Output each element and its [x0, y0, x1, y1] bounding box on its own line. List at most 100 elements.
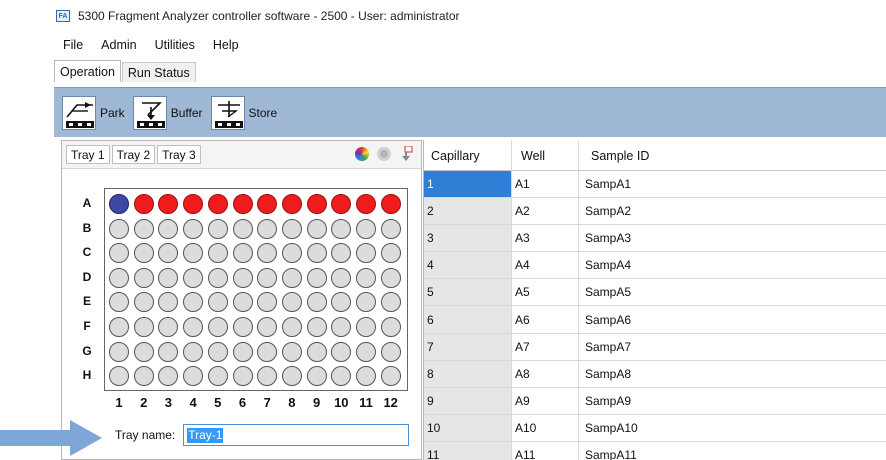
sample-id-cell[interactable]: SampA5 — [579, 279, 886, 305]
well-G12[interactable] — [380, 341, 401, 362]
well-G9[interactable] — [306, 341, 327, 362]
table-row[interactable]: 5 A5 SampA5 — [424, 279, 886, 307]
sample-id-cell[interactable]: SampA4 — [579, 252, 886, 278]
well-B4[interactable] — [183, 218, 204, 239]
well-B3[interactable] — [158, 218, 179, 239]
well-D5[interactable] — [207, 267, 228, 288]
capillary-cell[interactable]: 5 — [424, 279, 512, 306]
well-H5[interactable] — [207, 366, 228, 387]
capillary-cell[interactable]: 3 — [424, 225, 512, 252]
well-A12[interactable] — [380, 194, 401, 214]
tray-name-input[interactable]: Tray-1 — [183, 424, 410, 446]
well-B10[interactable] — [331, 218, 352, 239]
table-row[interactable]: 6 A6 SampA6 — [424, 306, 886, 334]
well-D11[interactable] — [356, 267, 376, 288]
tab-run-status[interactable]: Run Status — [121, 62, 196, 82]
sample-id-cell[interactable]: SampA1 — [579, 171, 886, 197]
well-cell[interactable]: A4 — [512, 252, 579, 279]
well-F11[interactable] — [356, 317, 376, 337]
well-B9[interactable] — [306, 218, 327, 239]
well-A5[interactable] — [207, 194, 228, 214]
sample-id-cell[interactable]: SampA11 — [579, 442, 886, 460]
well-H9[interactable] — [306, 366, 327, 387]
well-G1[interactable] — [109, 341, 129, 362]
table-row[interactable]: 2 A2 SampA2 — [424, 198, 886, 226]
well-D1[interactable] — [109, 267, 129, 288]
well-C8[interactable] — [281, 243, 302, 264]
buffer-button[interactable]: Buffer — [132, 95, 203, 130]
well-E2[interactable] — [133, 292, 154, 313]
well-cell[interactable]: A10 — [512, 414, 579, 441]
sample-id-cell[interactable]: SampA9 — [579, 388, 886, 414]
tab-tray-3[interactable]: Tray 3 — [157, 145, 201, 164]
tab-tray-1[interactable]: Tray 1 — [66, 145, 110, 164]
well-G8[interactable] — [281, 341, 302, 362]
gear-icon[interactable] — [377, 147, 391, 161]
well-A1[interactable] — [109, 194, 129, 214]
well-F2[interactable] — [133, 317, 154, 337]
well-cell[interactable]: A6 — [512, 306, 579, 333]
well-G5[interactable] — [207, 341, 228, 362]
menu-utilities[interactable]: Utilities — [146, 38, 204, 52]
sample-id-cell[interactable]: SampA2 — [579, 198, 886, 224]
well-cell[interactable]: A2 — [512, 198, 579, 225]
well-A2[interactable] — [133, 194, 154, 214]
table-row[interactable]: 8 A8 SampA8 — [424, 360, 886, 388]
well-B7[interactable] — [257, 218, 278, 239]
well-D7[interactable] — [257, 267, 278, 288]
sample-id-cell[interactable]: SampA10 — [579, 415, 886, 441]
well-F9[interactable] — [306, 317, 327, 337]
tab-operation[interactable]: Operation — [54, 60, 121, 82]
header-capillary[interactable]: Capillary — [424, 140, 512, 171]
well-F1[interactable] — [109, 317, 129, 337]
well-F4[interactable] — [183, 317, 204, 337]
well-cell[interactable]: A7 — [512, 333, 579, 360]
header-sample-id[interactable]: Sample ID — [579, 140, 886, 171]
well-B12[interactable] — [380, 218, 401, 239]
well-C5[interactable] — [207, 243, 228, 264]
capillary-cell[interactable]: 1 — [424, 171, 512, 198]
well-A11[interactable] — [356, 194, 376, 214]
well-E12[interactable] — [380, 292, 401, 313]
capillary-cell[interactable]: 10 — [424, 414, 512, 441]
well-C9[interactable] — [306, 243, 327, 264]
well-C6[interactable] — [232, 243, 253, 264]
well-B11[interactable] — [356, 218, 376, 239]
capillary-cell[interactable]: 7 — [424, 333, 512, 360]
well-D4[interactable] — [183, 267, 204, 288]
well-F12[interactable] — [380, 317, 401, 337]
well-F8[interactable] — [281, 317, 302, 337]
well-B2[interactable] — [133, 218, 154, 239]
table-row[interactable]: 11 A11 SampA11 — [424, 441, 886, 460]
capillary-cell[interactable]: 9 — [424, 387, 512, 414]
menu-file[interactable]: File — [54, 38, 92, 52]
well-D12[interactable] — [380, 267, 401, 288]
store-button[interactable]: Store — [210, 95, 277, 130]
well-B5[interactable] — [207, 218, 228, 239]
sample-id-cell[interactable]: SampA8 — [579, 361, 886, 387]
well-H6[interactable] — [232, 366, 253, 387]
well-B1[interactable] — [109, 218, 129, 239]
menu-admin[interactable]: Admin — [92, 38, 145, 52]
sample-id-cell[interactable]: SampA6 — [579, 306, 886, 332]
well-B6[interactable] — [232, 218, 253, 239]
well-F6[interactable] — [232, 317, 253, 337]
well-A4[interactable] — [183, 194, 204, 214]
capillary-cell[interactable]: 8 — [424, 360, 512, 387]
capillary-cell[interactable]: 2 — [424, 198, 512, 225]
well-cell[interactable]: A1 — [512, 171, 579, 198]
table-row[interactable]: 3 A3 SampA3 — [424, 225, 886, 253]
table-row[interactable]: 7 A7 SampA7 — [424, 333, 886, 361]
well-G6[interactable] — [232, 341, 253, 362]
well-E6[interactable] — [232, 292, 253, 313]
color-wheel-icon[interactable] — [355, 147, 369, 161]
well-D10[interactable] — [331, 267, 352, 288]
well-A8[interactable] — [281, 194, 302, 214]
table-row[interactable]: 4 A4 SampA4 — [424, 252, 886, 280]
tab-tray-2[interactable]: Tray 2 — [111, 145, 156, 164]
well-G4[interactable] — [183, 341, 204, 362]
well-G3[interactable] — [158, 341, 179, 362]
well-E9[interactable] — [306, 292, 327, 313]
header-well[interactable]: Well — [512, 140, 579, 171]
well-G11[interactable] — [356, 341, 376, 362]
